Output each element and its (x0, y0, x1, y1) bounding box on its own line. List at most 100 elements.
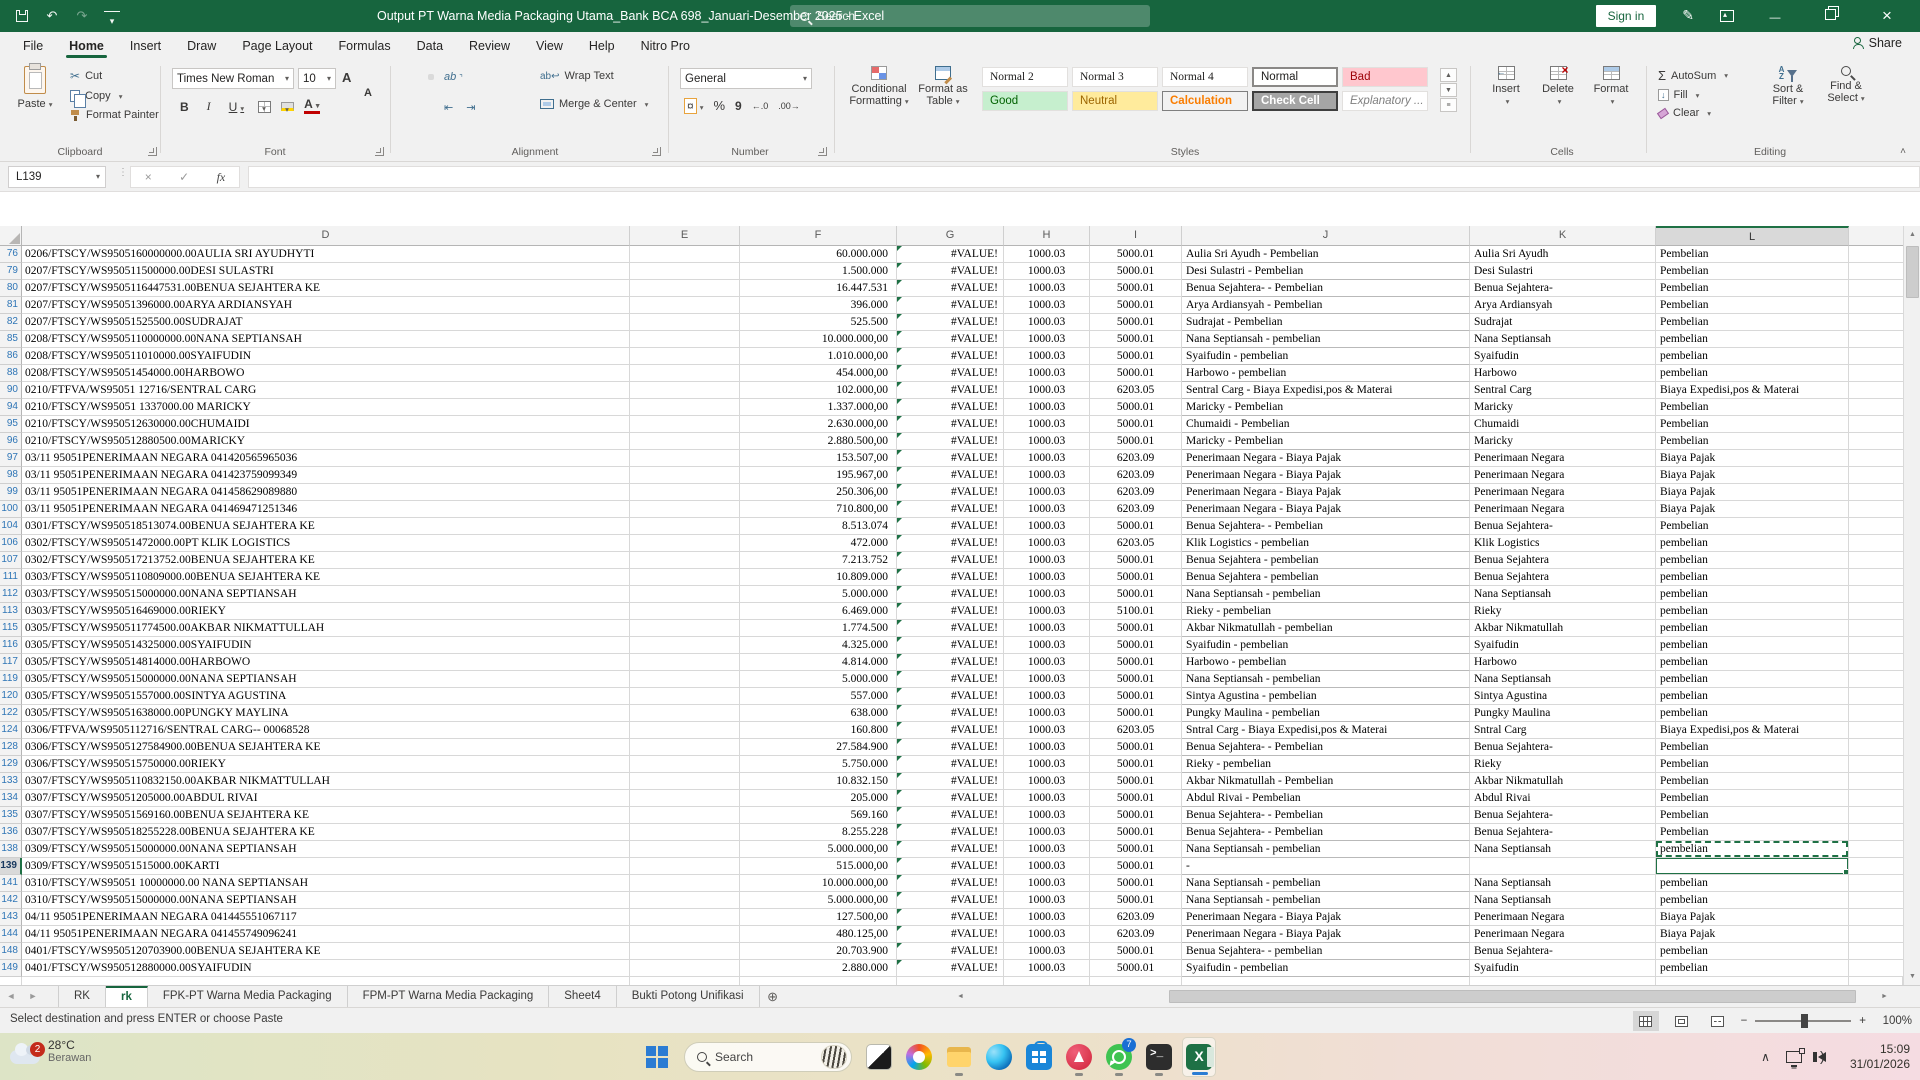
cell-H113[interactable]: 1000.03 (1004, 603, 1090, 620)
cell-D144[interactable]: 04/11 95051PENERIMAAN NEGARA 04145574909… (22, 926, 630, 943)
page-break-view-button[interactable] (1705, 1011, 1731, 1031)
cell-J133[interactable]: Akbar Nikmatullah - Pembelian (1182, 773, 1470, 790)
start-button[interactable] (640, 1037, 674, 1077)
cell-J82[interactable]: Sudrajat - Pembelian (1182, 314, 1470, 331)
row-header-86[interactable]: 86 (0, 348, 22, 365)
cell-J124[interactable]: Sntral Carg - Biaya Expedisi,pos & Mater… (1182, 722, 1470, 739)
cell-E96[interactable] (630, 433, 740, 450)
cell-I90[interactable]: 6203.05 (1090, 382, 1182, 399)
format-painter-button[interactable]: Format Painter (70, 109, 159, 121)
cell-D94[interactable]: 0210/FTSCY/WS95051 1337000.00 MARICKY (22, 399, 630, 416)
cell-I88[interactable]: 5000.01 (1090, 365, 1182, 382)
cell-F124[interactable]: 160.800 (740, 722, 897, 739)
cell-D76[interactable]: 0206/FTSCY/WS9505160000000.00AULIA SRI A… (22, 246, 630, 263)
cell-H111[interactable]: 1000.03 (1004, 569, 1090, 586)
cell-J104[interactable]: Benua Sejahtera- - Pembelian (1182, 518, 1470, 535)
cell-G120[interactable]: #VALUE! (897, 688, 1004, 705)
cell-J112[interactable]: Nana Septiansah - pembelian (1182, 586, 1470, 603)
cell-L143[interactable]: Biaya Pajak (1656, 909, 1849, 926)
vertical-scrollbar[interactable]: ▲ ▼ (1903, 226, 1920, 985)
cell-J120[interactable]: Sintya Agustina - pembelian (1182, 688, 1470, 705)
row-header-116[interactable]: 116 (0, 637, 22, 654)
style-chip-explanatory-[interactable]: Explanatory ... (1342, 91, 1428, 111)
cell-K115[interactable]: Akbar Nikmatullah (1470, 620, 1656, 637)
cell-E94[interactable] (630, 399, 740, 416)
row-header-148[interactable]: 148 (0, 943, 22, 960)
cell-L81[interactable]: Pembelian (1656, 297, 1849, 314)
cell-E95[interactable] (630, 416, 740, 433)
column-header-D[interactable]: D (22, 226, 630, 246)
cell-E141[interactable] (630, 875, 740, 892)
row-header-94[interactable]: 94 (0, 399, 22, 416)
cell-J111[interactable]: Benua Sejahtera - pembelian (1182, 569, 1470, 586)
row-header-100[interactable]: 100 (0, 501, 22, 518)
cell-G99[interactable]: #VALUE! (897, 484, 1004, 501)
cell-K124[interactable]: Sntral Carg (1470, 722, 1656, 739)
cell-K139[interactable] (1470, 858, 1656, 875)
cell-M133[interactable] (1849, 773, 1903, 790)
clipboard-dialog-launcher-icon[interactable] (148, 147, 157, 156)
cell-G135[interactable]: #VALUE! (897, 807, 1004, 824)
cell-M104[interactable] (1849, 518, 1903, 535)
row-header-106[interactable]: 106 (0, 535, 22, 552)
cell-J119[interactable]: Nana Septiansah - pembelian (1182, 671, 1470, 688)
cell-I149[interactable]: 5000.01 (1090, 960, 1182, 977)
cell-L135[interactable]: Pembelian (1656, 807, 1849, 824)
taskbar-nitro-button[interactable] (1062, 1037, 1096, 1077)
menu-tab-formulas[interactable]: Formulas (328, 34, 402, 58)
style-chip-check-cell[interactable]: Check Cell (1252, 91, 1338, 111)
menu-tab-view[interactable]: View (525, 34, 574, 58)
cell-L86[interactable]: pembelian (1656, 348, 1849, 365)
cell-I139[interactable]: 5000.01 (1090, 858, 1182, 875)
column-header-J[interactable]: J (1182, 226, 1470, 246)
cell-D133[interactable]: 0307/FTSCY/WS9505110832150.00AKBAR NIKMA… (22, 773, 630, 790)
cell-E97[interactable] (630, 450, 740, 467)
cell-H79[interactable]: 1000.03 (1004, 263, 1090, 280)
cell-F106[interactable]: 472.000 (740, 535, 897, 552)
sheet-tab-bukti-potong-unifikasi[interactable]: Bukti Potong Unifikasi (616, 986, 760, 1007)
cell-M81[interactable] (1849, 297, 1903, 314)
find-select-button[interactable]: Find & Select (1820, 66, 1872, 105)
cell-I100[interactable]: 6203.09 (1090, 501, 1182, 518)
cell-K95[interactable]: Chumaidi (1470, 416, 1656, 433)
cell-K133[interactable]: Akbar Nikmatullah (1470, 773, 1656, 790)
redo-icon[interactable] (74, 8, 90, 24)
increase-decimal-icon[interactable] (752, 100, 769, 112)
cell-I116[interactable]: 5000.01 (1090, 637, 1182, 654)
row-header-149[interactable]: 149 (0, 960, 22, 977)
accounting-format-icon[interactable] (684, 99, 703, 113)
cell-G107[interactable]: #VALUE! (897, 552, 1004, 569)
menu-tab-home[interactable]: Home (58, 34, 115, 58)
cancel-entry-icon[interactable]: × (145, 170, 152, 184)
menu-tab-file[interactable]: File (12, 34, 54, 58)
orientation-icon[interactable] (441, 68, 466, 86)
cell-H104[interactable]: 1000.03 (1004, 518, 1090, 535)
font-size-select[interactable]: 10 ▾ (298, 68, 336, 89)
hidden-icons-chevron-icon[interactable]: ∧ (1761, 1050, 1770, 1064)
cell-H80[interactable]: 1000.03 (1004, 280, 1090, 297)
scroll-up-icon[interactable]: ▲ (1904, 226, 1920, 243)
cell-J88[interactable]: Harbowo - pembelian (1182, 365, 1470, 382)
cell-I112[interactable]: 5000.01 (1090, 586, 1182, 603)
cell-M117[interactable] (1849, 654, 1903, 671)
cell-F112[interactable]: 5.000.000 (740, 586, 897, 603)
copy-button[interactable]: Copy (70, 90, 159, 108)
cell-M135[interactable] (1849, 807, 1903, 824)
horizontal-scrollbar-thumb[interactable] (1169, 989, 1856, 1003)
cell-I129[interactable]: 5000.01 (1090, 756, 1182, 773)
normal-view-button[interactable] (1632, 1011, 1659, 1031)
row-header-138[interactable]: 138 (0, 841, 22, 858)
cell-K129[interactable]: Rieky (1470, 756, 1656, 773)
formula-input[interactable] (248, 166, 1920, 188)
cell-L85[interactable]: pembelian (1656, 331, 1849, 348)
cell-H148[interactable]: 1000.03 (1004, 943, 1090, 960)
cell-F133[interactable]: 10.832.150 (740, 773, 897, 790)
sheet-nav-right-icon[interactable]: ► (22, 986, 44, 1007)
cell-M100[interactable] (1849, 501, 1903, 518)
menu-tab-draw[interactable]: Draw (176, 34, 227, 58)
menu-tab-help[interactable]: Help (578, 34, 626, 58)
sort-filter-button[interactable]: AZ Sort & Filter (1762, 66, 1814, 108)
cell-L113[interactable]: pembelian (1656, 603, 1849, 620)
cell-J99[interactable]: Penerimaan Negara - Biaya Pajak (1182, 484, 1470, 501)
cell-L100[interactable]: Biaya Pajak (1656, 501, 1849, 518)
